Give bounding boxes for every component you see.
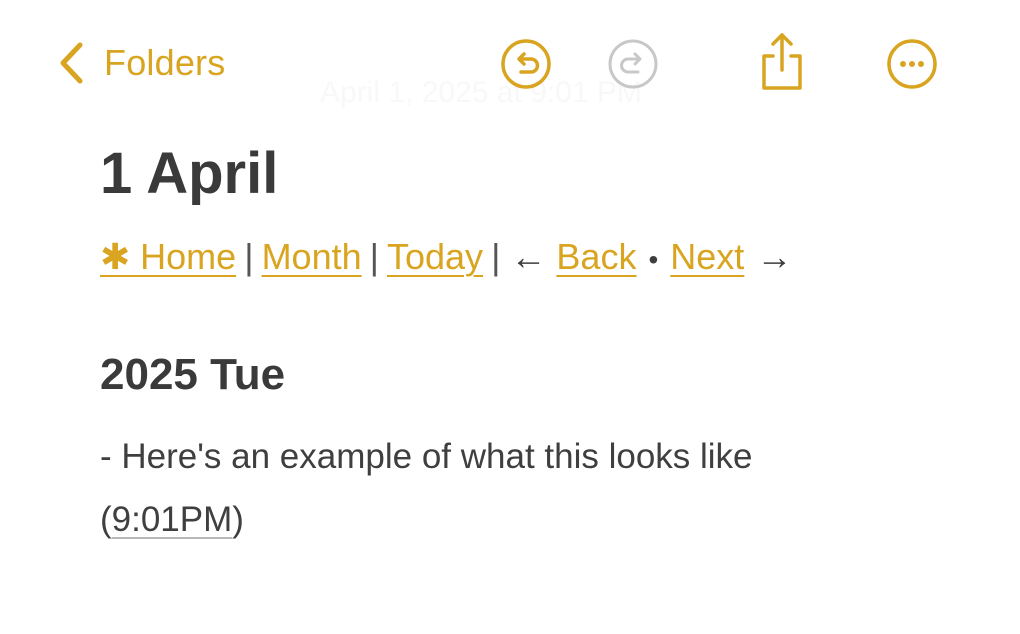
entry-timestamp: (9:01PM): [100, 500, 244, 540]
next-link[interactable]: Next: [670, 236, 744, 278]
nav-separator: |: [369, 236, 379, 277]
undo-icon[interactable]: [499, 37, 553, 91]
nav-dot: •: [648, 244, 659, 275]
timestamp-open-paren: (: [100, 500, 112, 539]
timestamp-close-paren: ): [232, 500, 244, 539]
chevron-left-icon: [60, 42, 83, 84]
redo-icon[interactable]: [606, 37, 660, 91]
notes-screen: April 1, 2025 at 9:01 PM Folders 1 April: [0, 0, 1020, 634]
folders-back-label: Folders: [104, 42, 226, 83]
more-icon[interactable]: [885, 37, 939, 91]
note-nav-row: ✱ Home | Month | Today | ← Back • Next →: [100, 236, 792, 278]
back-link[interactable]: Back: [556, 236, 636, 278]
home-link[interactable]: ✱ Home: [100, 236, 236, 278]
month-link[interactable]: Month: [262, 236, 362, 278]
nav-separator: |: [491, 236, 501, 277]
note-subheading: 2025 Tue: [100, 350, 286, 399]
note-title: 1 April: [100, 141, 279, 206]
right-arrow-icon: →: [756, 236, 793, 277]
timestamp-value[interactable]: 9:01PM: [112, 500, 233, 539]
folders-back-button[interactable]: Folders: [56, 38, 225, 88]
left-arrow-icon: ←: [510, 236, 547, 277]
share-icon[interactable]: [754, 30, 810, 94]
today-link[interactable]: Today: [387, 236, 483, 278]
entry-text: - Here's an example of what this looks l…: [100, 437, 753, 476]
header-date-ghost: April 1, 2025 at 9:01 PM: [320, 76, 642, 109]
nav-separator: |: [244, 236, 254, 277]
